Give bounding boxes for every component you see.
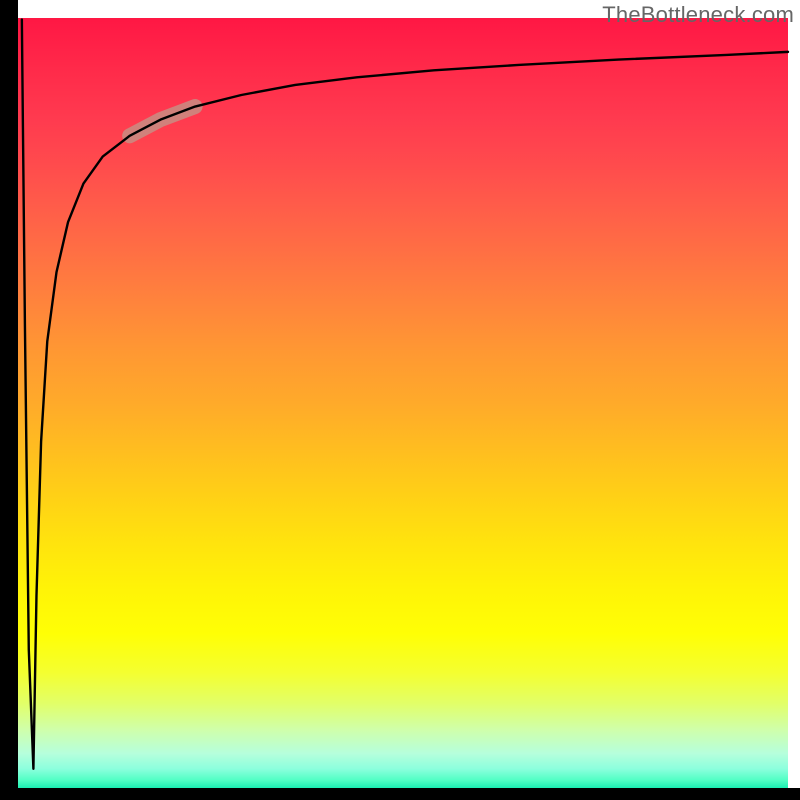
curve-layer (18, 18, 788, 788)
y-axis-bar (0, 0, 18, 800)
watermark-text: TheBottleneck.com (602, 2, 794, 28)
plot-area (18, 18, 788, 788)
bottleneck-curve (22, 20, 788, 769)
chart-container: TheBottleneck.com (0, 0, 800, 800)
x-axis-bar (0, 788, 800, 800)
